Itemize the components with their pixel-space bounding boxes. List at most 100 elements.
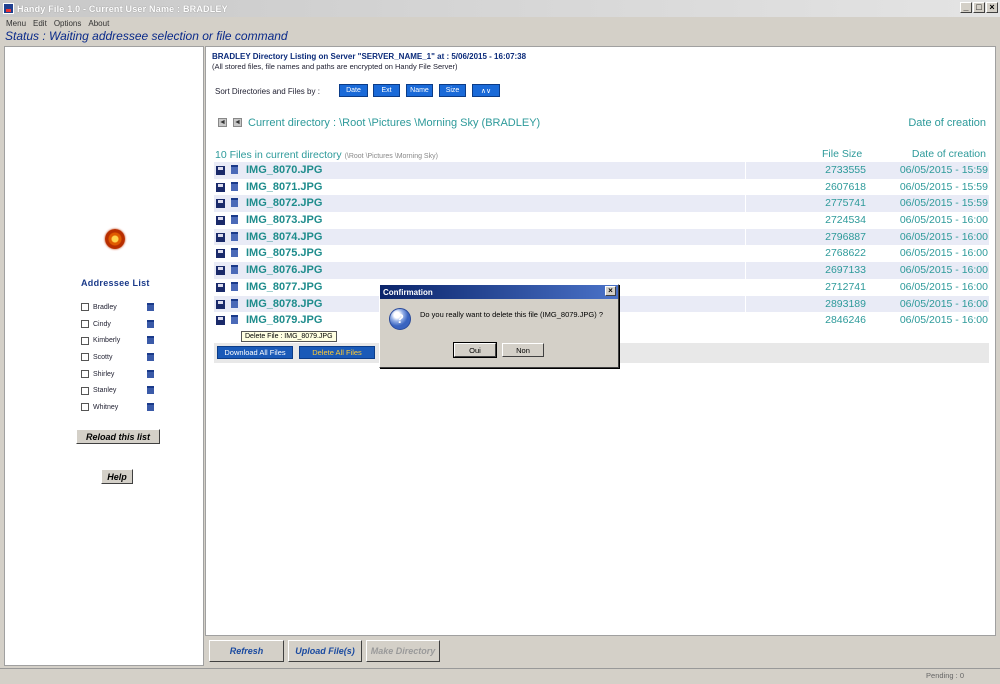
file-name[interactable]: IMG_8075.JPG (246, 247, 322, 259)
trash-icon[interactable] (147, 353, 154, 362)
sort-order-button[interactable]: ∧∨ (472, 84, 500, 97)
addressee-checkbox[interactable] (81, 403, 89, 412)
title-bar: Handy File 1.0 - Current User Name : BRA… (0, 0, 1000, 17)
status-text: Status : Waiting addressee selection or … (5, 29, 288, 43)
menu-item-edit[interactable]: Edit (33, 19, 47, 28)
addressee-checkbox[interactable] (81, 320, 89, 329)
arrow-left-icon[interactable]: ◄ (218, 118, 227, 127)
menu-item-options[interactable]: Options (54, 19, 82, 28)
files-count-label: 10 Files in current directory (215, 149, 342, 161)
maximize-button[interactable]: □ (973, 2, 985, 13)
addressee-checkbox[interactable] (81, 386, 89, 395)
current-directory: Current directory : \Root \Pictures \Mor… (248, 117, 541, 129)
trash-icon[interactable] (147, 369, 154, 378)
file-size: 2768622 (825, 247, 866, 260)
floppy-icon[interactable] (216, 199, 225, 209)
floppy-icon[interactable] (216, 166, 225, 175)
file-size: 2697133 (825, 264, 866, 277)
files-count: 10 Files in current directory (\Root \Pi… (215, 149, 438, 161)
upload-files-button[interactable]: Upload File(s) (288, 640, 362, 662)
trash-icon[interactable] (231, 281, 238, 291)
sort-size-button[interactable]: Size (439, 84, 466, 97)
dialog-title-bar: Confirmation × (380, 285, 618, 299)
trash-icon[interactable] (147, 403, 154, 412)
refresh-button[interactable]: Refresh (209, 640, 284, 662)
addressee-item: Bradley (81, 299, 161, 316)
trash-icon[interactable] (231, 298, 238, 308)
file-name[interactable]: IMG_8074.JPG (246, 231, 322, 243)
delete-all-button[interactable]: Delete All Files (299, 346, 375, 359)
file-name[interactable]: IMG_8072.JPG (246, 197, 322, 209)
file-row: IMG_8074.JPG 2796887 06/05/2015 - 16:00 (214, 228, 989, 246)
download-all-button[interactable]: Download All Files (217, 346, 293, 359)
trash-icon[interactable] (231, 215, 238, 225)
file-name[interactable]: IMG_8077.JPG (246, 281, 322, 293)
file-name[interactable]: IMG_8076.JPG (246, 264, 322, 276)
addressee-item: Whitney (81, 399, 161, 416)
addressee-list: Bradley Cindy Kimberly Scotty Shirley St… (81, 299, 161, 416)
file-date: 06/05/2015 - 16:00 (899, 214, 988, 227)
addressee-name: Scotty (93, 353, 113, 361)
trash-icon[interactable] (231, 265, 238, 275)
file-size: 2796887 (825, 230, 866, 243)
floppy-icon[interactable] (216, 249, 225, 259)
addressee-checkbox[interactable] (81, 303, 89, 312)
addressee-item: Scotty (81, 349, 161, 366)
floppy-icon[interactable] (216, 299, 225, 309)
trash-icon[interactable] (147, 386, 154, 395)
file-name[interactable]: IMG_8070.JPG (246, 164, 322, 176)
addressee-item: Cindy (81, 316, 161, 333)
no-button[interactable]: Non (502, 343, 544, 357)
floppy-icon[interactable] (216, 232, 225, 242)
trash-icon[interactable] (231, 315, 238, 325)
file-date: 06/05/2015 - 16:00 (899, 280, 988, 293)
sort-ext-button[interactable]: Ext (373, 84, 400, 97)
addressee-item: Stanley (81, 382, 161, 399)
addressee-checkbox[interactable] (81, 370, 89, 379)
trash-icon[interactable] (231, 248, 238, 258)
trash-icon[interactable] (147, 336, 154, 345)
floppy-icon[interactable] (216, 182, 225, 192)
yes-button[interactable]: Oui (453, 342, 497, 358)
file-size: 2724534 (825, 214, 866, 227)
addressee-checkbox[interactable] (81, 336, 89, 345)
file-name[interactable]: IMG_8073.JPG (246, 214, 322, 226)
status-bar: Pending : 0 (0, 668, 1000, 684)
file-name[interactable]: IMG_8079.JPG (246, 314, 322, 326)
sort-date-button[interactable]: Date (339, 84, 368, 97)
file-size: 2733555 (825, 164, 866, 176)
question-icon: ? (389, 308, 411, 330)
minimize-button[interactable]: _ (960, 2, 972, 13)
file-size: 2607618 (825, 180, 866, 193)
floppy-icon[interactable] (216, 216, 225, 226)
menu-item-about[interactable]: About (88, 19, 109, 28)
floppy-icon[interactable] (216, 282, 225, 292)
make-directory-button[interactable]: Make Directory (366, 640, 440, 662)
arrow-left-icon[interactable]: ◄ (233, 118, 242, 127)
addressee-name: Cindy (93, 320, 111, 328)
close-icon[interactable]: × (605, 286, 616, 296)
floppy-icon[interactable] (216, 316, 225, 326)
trash-icon[interactable] (147, 319, 154, 328)
trash-icon[interactable] (231, 198, 238, 208)
file-row: IMG_8070.JPG 2733555 06/05/2015 - 15:59 (214, 162, 989, 179)
addressee-checkbox[interactable] (81, 353, 89, 362)
trash-icon[interactable] (231, 181, 238, 191)
file-name[interactable]: IMG_8078.JPG (246, 298, 322, 310)
floppy-icon[interactable] (216, 266, 225, 276)
close-button[interactable]: × (986, 2, 998, 13)
addressee-item: Kimberly (81, 332, 161, 349)
help-button[interactable]: Help (101, 469, 133, 484)
file-size: 2846246 (825, 314, 866, 327)
bottom-toolbar: Refresh Upload File(s) Make Directory (205, 636, 996, 668)
addressee-name: Stanley (93, 387, 117, 395)
trash-icon[interactable] (231, 165, 238, 174)
file-name[interactable]: IMG_8071.JPG (246, 181, 322, 193)
menu-item-menu[interactable]: Menu (6, 19, 26, 28)
sort-name-button[interactable]: Name (406, 84, 433, 97)
logo-icon (105, 229, 125, 249)
trash-icon[interactable] (231, 231, 238, 241)
trash-icon[interactable] (147, 303, 154, 311)
reload-list-button[interactable]: Reload this list (76, 429, 160, 444)
file-row: IMG_8072.JPG 2775741 06/05/2015 - 15:59 (214, 195, 989, 213)
